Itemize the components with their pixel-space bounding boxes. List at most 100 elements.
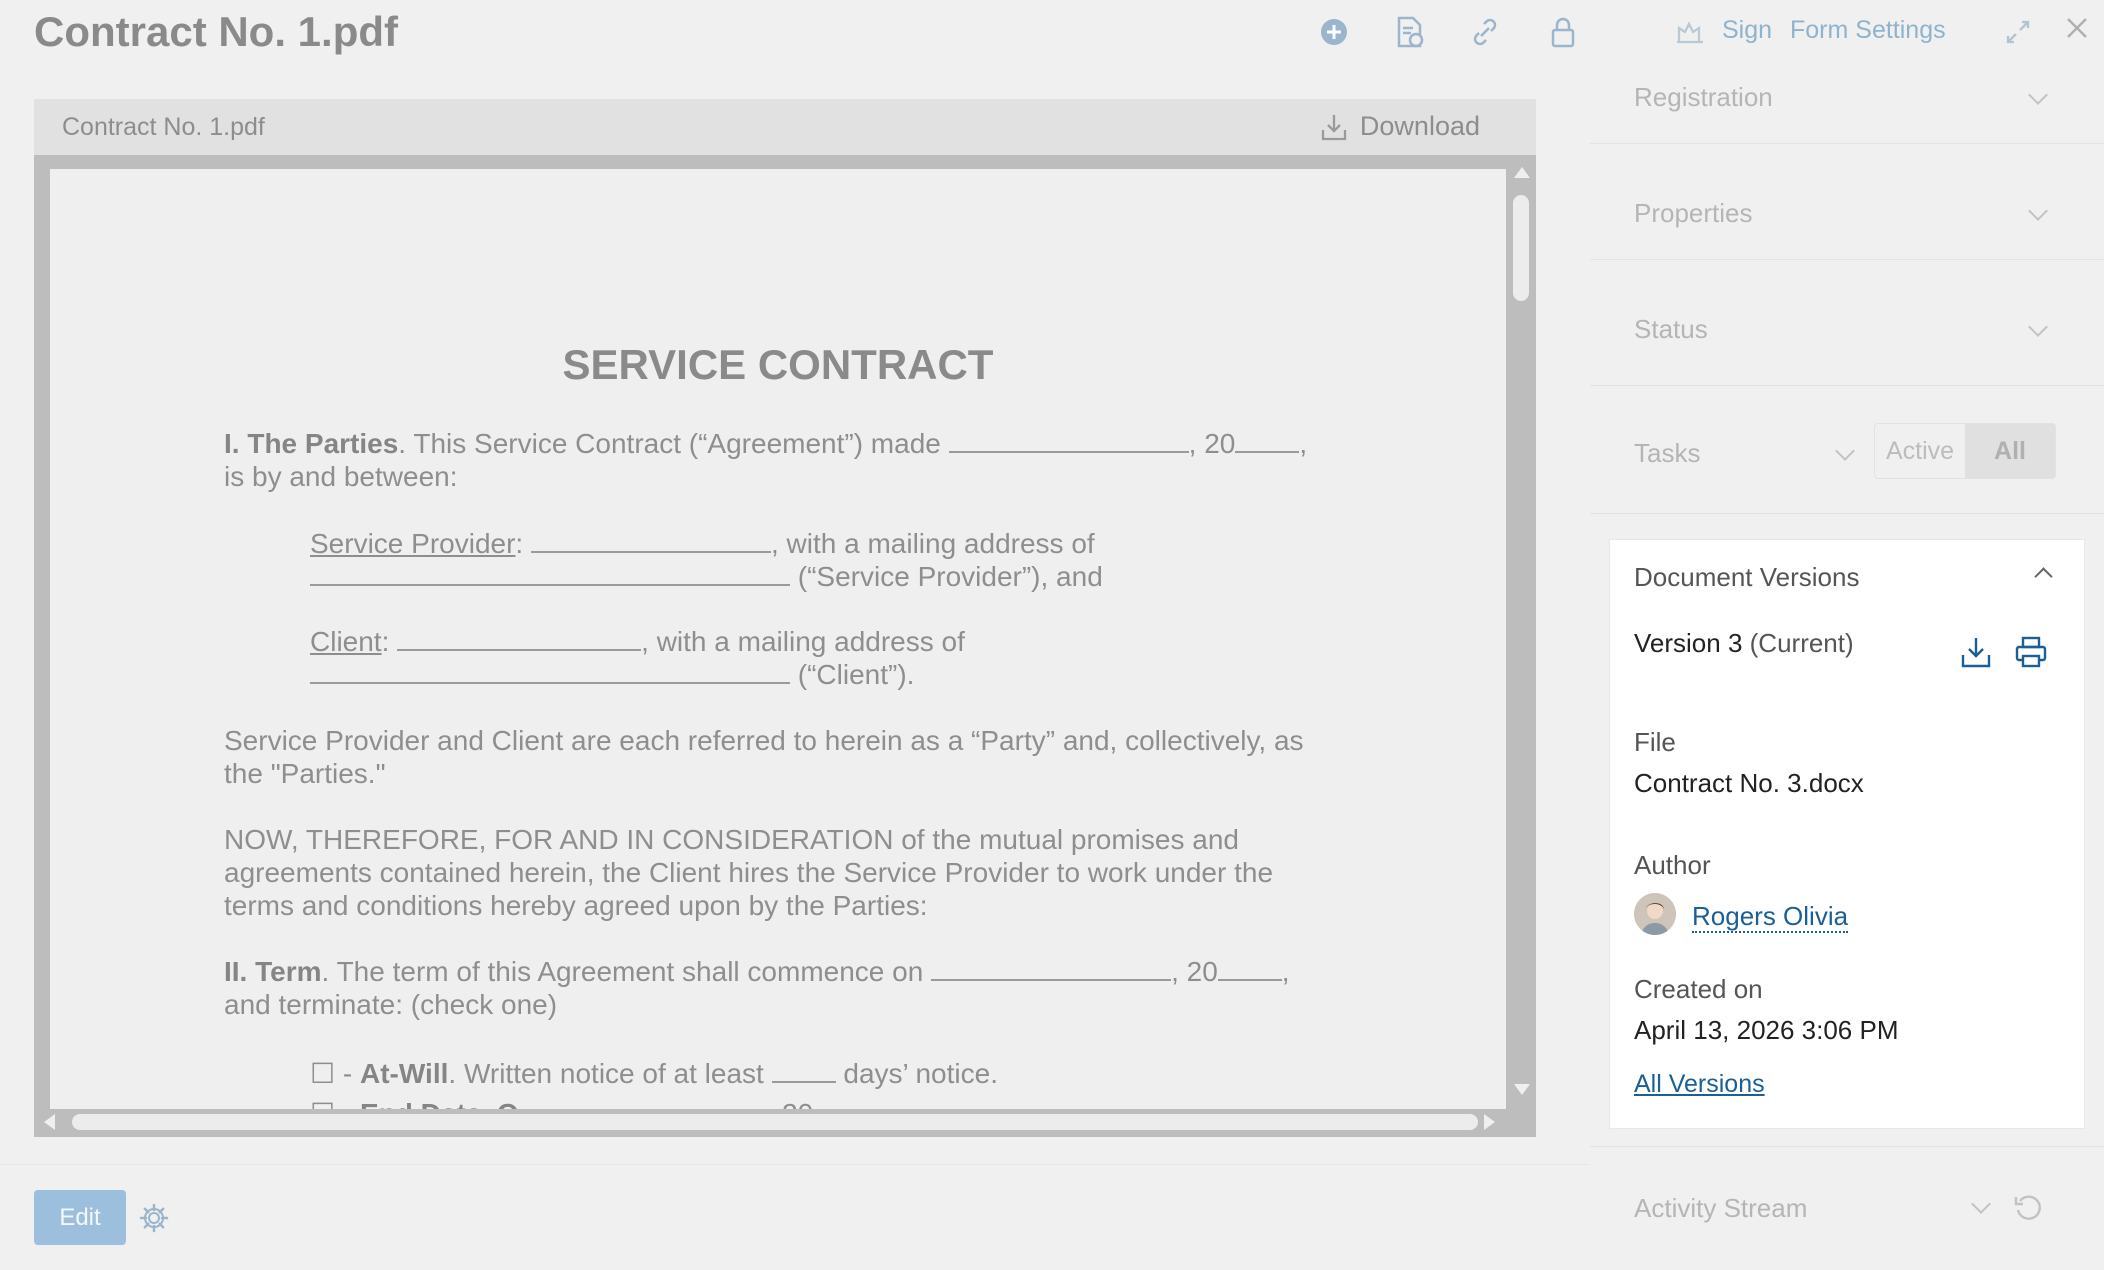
print-icon[interactable] — [2014, 634, 2048, 670]
now-line1: NOW, THEREFORE, FOR AND IN CONSIDERATION… — [224, 824, 1239, 855]
blank-field — [771, 1057, 836, 1083]
avatar — [1634, 893, 1676, 935]
blank-field — [310, 560, 790, 586]
scroll-right-arrow-icon[interactable] — [1484, 1114, 1495, 1130]
parties-paragraph: I. The Parties. This Service Contract (“… — [224, 427, 1308, 459]
term-paragraph: II. Term. The term of this Agreement sha… — [224, 955, 1290, 987]
client-line: Client: , with a mailing address of — [310, 625, 965, 657]
year-prefix: , 20 — [1188, 428, 1236, 459]
version-label: Version 3 — [1634, 628, 1743, 658]
link-icon[interactable] — [1467, 14, 1503, 50]
download-version-icon[interactable] — [1959, 634, 1993, 670]
chevron-down-icon[interactable] — [1971, 1194, 1991, 1214]
document-versions-panel: Document Versions Version 3 (Current) Fi… — [1609, 539, 2085, 1129]
atwill-dash: - — [335, 1058, 360, 1089]
party-line2: the "Parties." — [224, 758, 386, 789]
parties-text: . This Service Contract (“Agreement”) ma… — [398, 428, 941, 459]
atwill-suffix: days’ notice. — [843, 1058, 998, 1089]
client-suffix: (“Client”). — [797, 659, 915, 690]
sign-button[interactable]: Sign — [1722, 16, 1772, 45]
parties-heading: I. The Parties — [224, 428, 399, 459]
blank-field — [310, 658, 790, 684]
scroll-up-arrow-icon[interactable] — [1514, 167, 1530, 178]
created-value: April 13, 2026 3:06 PM — [1634, 1015, 1899, 1045]
chevron-down-icon[interactable] — [2028, 85, 2048, 105]
refresh-icon[interactable] — [2012, 1191, 2046, 1225]
tasks-filter-active[interactable]: Active — [1875, 424, 1965, 478]
tasks-filter-toggle[interactable]: Active All — [1874, 423, 2056, 479]
blank-field — [1235, 427, 1300, 453]
client-text: , with a mailing address of — [641, 626, 965, 657]
party-line1: Service Provider and Client are each ref… — [224, 725, 1304, 756]
checkbox-icon: ☐ — [310, 1098, 335, 1109]
blank-field — [526, 1097, 766, 1109]
author-label: Author — [1634, 850, 1711, 880]
enddate-label: - End Date. O — [343, 1098, 519, 1109]
registration-section[interactable]: Registration — [1590, 56, 2104, 144]
blank-field — [397, 625, 642, 651]
form-settings-button[interactable]: Form Settings — [1790, 16, 1946, 45]
status-title: Status — [1634, 314, 1708, 344]
chevron-down-icon[interactable] — [2028, 317, 2048, 337]
properties-section[interactable]: Properties — [1590, 144, 2104, 260]
provider-label: Service Provider — [310, 528, 516, 559]
document-convert-icon[interactable] — [1391, 14, 1427, 50]
lock-icon[interactable] — [1545, 14, 1581, 50]
term-text: . The term of this Agreement shall comme… — [321, 956, 924, 987]
download-icon — [1321, 114, 1347, 140]
file-value: Contract No. 3.docx — [1634, 768, 1864, 798]
atwill-label: At-Will — [360, 1058, 449, 1089]
scroll-down-arrow-icon[interactable] — [1514, 1084, 1530, 1095]
blank-field — [530, 527, 771, 553]
tasks-title: Tasks — [1634, 438, 1701, 468]
chevron-down-icon[interactable] — [1835, 441, 1855, 461]
download-button[interactable]: Download — [1320, 111, 1480, 142]
tasks-filter-all[interactable]: All — [1965, 424, 2055, 478]
blank-field — [1217, 955, 1282, 981]
blank-field — [948, 427, 1189, 453]
scroll-left-arrow-icon[interactable] — [44, 1114, 55, 1130]
bottom-bar — [0, 1164, 1590, 1270]
pdf-viewer[interactable]: Contract No. 1.pdf Download SERVICE CONT… — [34, 99, 1536, 1137]
close-icon[interactable] — [2059, 10, 2095, 46]
provider-line2: (“Service Provider”), and — [310, 560, 1103, 593]
document-page: SERVICE CONTRACT I. The Parties. This Se… — [50, 169, 1506, 1109]
client-label: Client — [310, 626, 382, 657]
current-label: (Current) — [1749, 628, 1854, 658]
parties-line2: is by and between: — [224, 461, 458, 492]
horizontal-scroll-thumb[interactable] — [72, 1114, 1478, 1130]
all-versions-link[interactable]: All Versions — [1634, 1070, 1765, 1099]
sign-icon[interactable] — [1672, 14, 1708, 50]
enddate-suffix: , 20 — [766, 1098, 813, 1109]
chevron-up-icon[interactable] — [2034, 567, 2053, 586]
vertical-scrollbar[interactable] — [1508, 165, 1534, 1115]
term-line2: and terminate: (check one) — [224, 989, 558, 1020]
vertical-scroll-thumb[interactable] — [1513, 195, 1529, 301]
properties-title: Properties — [1634, 198, 1753, 228]
edit-button[interactable]: Edit — [34, 1190, 126, 1245]
versions-title: Document Versions — [1634, 562, 1860, 592]
viewer-file-name: Contract No. 1.pdf — [62, 113, 265, 141]
expand-icon[interactable] — [2000, 14, 2036, 50]
activity-stream-section[interactable]: Activity Stream — [1590, 1146, 2104, 1270]
now-line2: agreements contained herein, the Client … — [224, 857, 1274, 888]
atwill-option: ☐ - At-Will. Written notice of at least … — [310, 1057, 998, 1090]
created-label: Created on — [1634, 974, 1763, 1004]
enddate-option: ☐ - End Date. O , 20 — [310, 1097, 813, 1109]
blank-field — [931, 955, 1172, 981]
file-label: File — [1634, 727, 1676, 757]
add-icon[interactable] — [1316, 14, 1352, 50]
page-title: Contract No. 1.pdf — [34, 8, 398, 55]
activity-stream-title: Activity Stream — [1634, 1193, 1808, 1223]
provider-text: , with a mailing address of — [770, 528, 1095, 559]
registration-title: Registration — [1634, 82, 1773, 112]
checkbox-icon: ☐ — [310, 1058, 336, 1089]
gear-icon[interactable] — [138, 1202, 170, 1234]
author-link[interactable]: Rogers Olivia — [1692, 901, 1849, 933]
chevron-down-icon[interactable] — [2028, 201, 2048, 221]
viewer-toolbar: Contract No. 1.pdf Download — [34, 99, 1536, 155]
version-heading: Version 3 (Current) — [1634, 628, 1854, 659]
client-line2: (“Client”). — [310, 658, 914, 691]
download-label: Download — [1359, 111, 1480, 141]
status-section[interactable]: Status — [1590, 260, 2104, 386]
